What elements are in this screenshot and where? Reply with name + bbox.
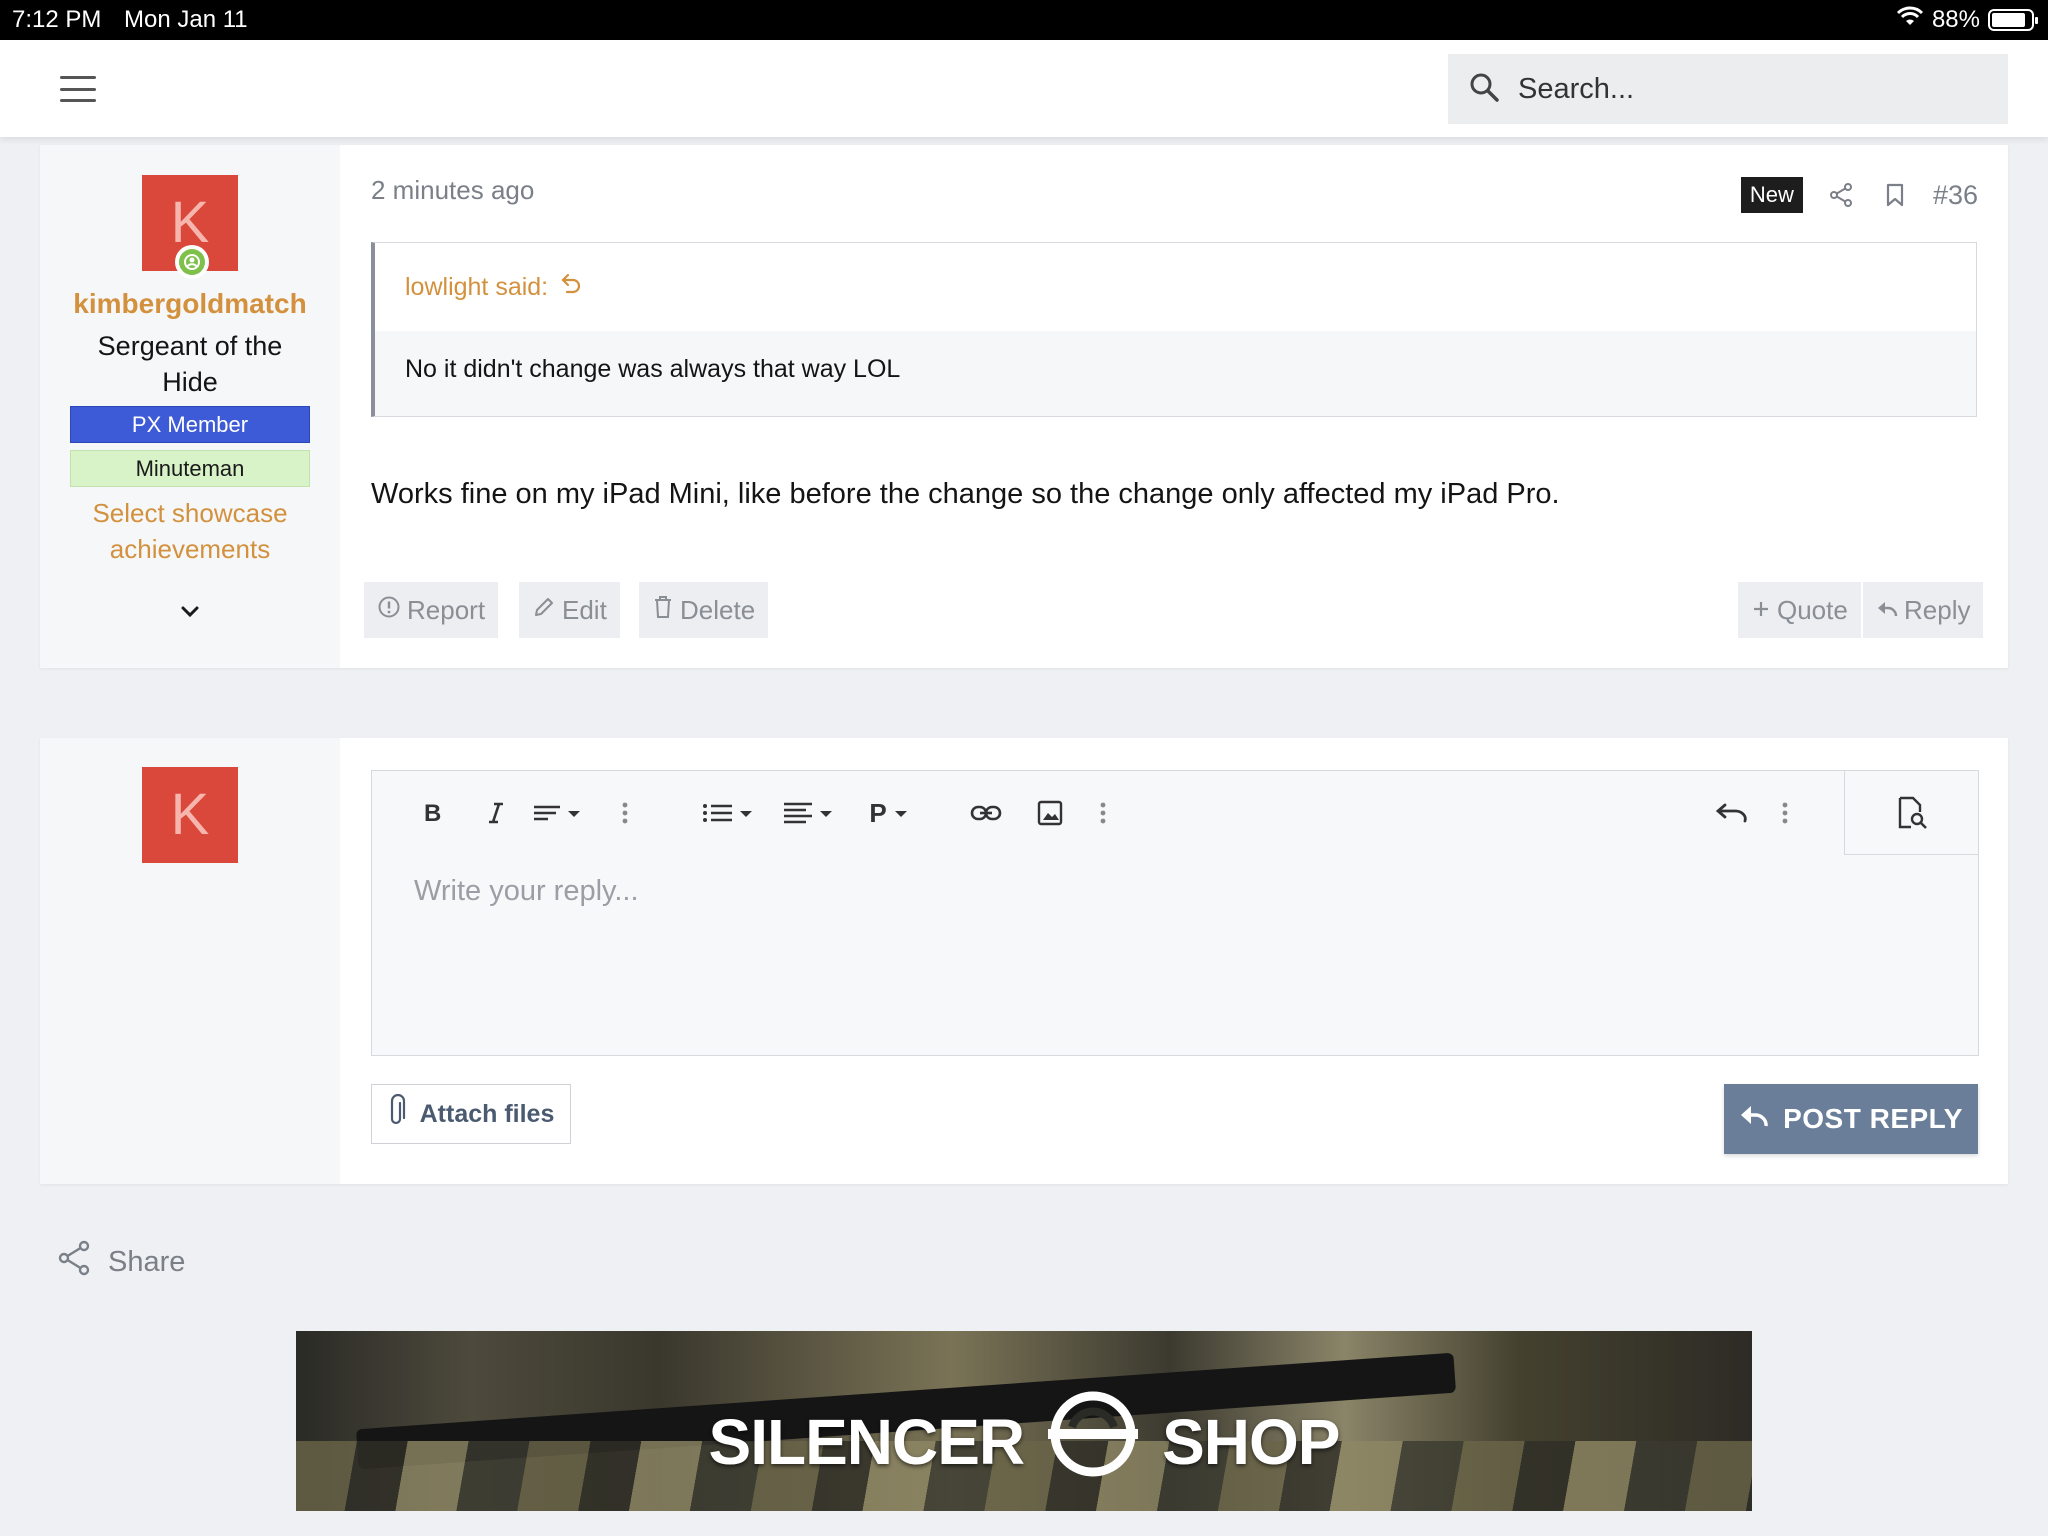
quote-author[interactable]: lowlight said: [405, 273, 548, 302]
italic-icon[interactable] [476, 791, 516, 835]
quote-button[interactable]: Quote [1738, 582, 1861, 638]
post-body: Works fine on my iPad Mini, like before … [371, 478, 1560, 510]
reply-card: K B P Write your reply... Attach files P… [40, 738, 2008, 1184]
attach-files-label: Attach files [419, 1099, 555, 1128]
showcase-link[interactable]: Select showcase achievements [70, 495, 310, 567]
share-icon [56, 1240, 92, 1284]
paragraph-label: P [869, 797, 887, 828]
px-member-banner: PX Member [70, 406, 310, 443]
search-input[interactable] [1518, 72, 1978, 106]
new-badge: New [1740, 177, 1803, 213]
search-icon [1468, 71, 1500, 108]
ad-logo: SILENCER SHOP [296, 1389, 1752, 1494]
reply-icon [1739, 1103, 1769, 1136]
link-icon[interactable] [966, 791, 1006, 835]
post-card: K kimbergoldmatch Sergeant of the Hide P… [40, 145, 2008, 668]
wifi-icon [1896, 5, 1924, 34]
post-permalink[interactable]: #36 [1933, 180, 1978, 211]
status-right: 88% [1896, 5, 2038, 34]
image-icon[interactable] [1030, 791, 1070, 835]
go-to-quote-icon[interactable] [560, 272, 582, 303]
quote-text: No it didn't change was always that way … [375, 331, 1976, 416]
post-header-actions: New #36 [1740, 177, 1978, 213]
chevron-down-icon[interactable] [174, 600, 206, 624]
ad-brand-left: SILENCER [708, 1405, 1026, 1478]
post-reply-label: POST REPLY [1783, 1103, 1963, 1134]
post-footer-actions: Report Edit Delete Quote Reply [364, 582, 1986, 638]
trash-icon [652, 595, 674, 626]
user-title: Sergeant of the Hide [97, 331, 283, 397]
online-status-icon [175, 245, 209, 279]
reply-label: Reply [1904, 594, 1971, 625]
quote-header[interactable]: lowlight said: [375, 243, 1976, 331]
reply-editor: B P [371, 770, 1979, 1056]
align-icon[interactable] [780, 791, 840, 835]
share-button[interactable]: Share [56, 1240, 185, 1284]
share-label: Share [108, 1245, 186, 1278]
battery-icon [1988, 8, 2038, 31]
paperclip-icon [388, 1093, 408, 1135]
report-icon [377, 595, 401, 626]
editor-toolbar: B P [372, 771, 1978, 855]
plus-icon [1751, 595, 1771, 626]
post-user-pane: K kimbergoldmatch Sergeant of the Hide P… [40, 145, 340, 668]
post-timestamp[interactable]: 2 minutes ago [371, 175, 534, 206]
status-date: Mon Jan 11 [124, 6, 248, 33]
report-button[interactable]: Report [364, 582, 499, 638]
status-bar: 7:12 PM Mon Jan 11 88% [0, 0, 2048, 40]
bookmark-icon[interactable] [1879, 179, 1911, 211]
more-options-icon[interactable] [1088, 791, 1118, 835]
edit-icon [532, 595, 556, 626]
more-options-icon[interactable] [610, 791, 640, 835]
silencer-shop-ad[interactable]: SILENCER SHOP [296, 1331, 1752, 1511]
post-reply-button[interactable]: POST REPLY [1724, 1084, 1978, 1154]
edit-label: Edit [562, 594, 607, 625]
undo-icon[interactable] [1712, 791, 1752, 835]
post-main: 2 minutes ago New #36 lowlight said: No … [340, 145, 2008, 668]
delete-label: Delete [680, 594, 756, 625]
share-icon[interactable] [1825, 179, 1857, 211]
list-icon[interactable] [700, 791, 760, 835]
svg-text:B: B [424, 801, 441, 825]
ad-brand-right: SHOP [1162, 1405, 1340, 1478]
text-format-icon[interactable] [530, 791, 590, 835]
paragraph-format-dropdown[interactable]: P [862, 791, 918, 835]
status-time: 7:12 PM [12, 6, 102, 33]
avatar[interactable]: K [142, 767, 238, 863]
attach-files-button[interactable]: Attach files [371, 1084, 571, 1144]
preview-icon[interactable] [1844, 771, 1978, 855]
reply-button[interactable]: Reply [1863, 582, 1984, 638]
silencer-shop-logo-icon [1038, 1389, 1148, 1494]
minuteman-banner: Minuteman [70, 450, 310, 487]
reply-textarea[interactable] [372, 855, 1978, 1055]
quote-label: Quote [1777, 594, 1848, 625]
reply-user-pane: K [40, 738, 340, 1184]
edit-button[interactable]: Edit [519, 582, 620, 638]
delete-button[interactable]: Delete [639, 582, 769, 638]
menu-icon[interactable] [60, 76, 96, 102]
battery-percent: 88% [1931, 5, 1980, 33]
reply-icon [1876, 595, 1898, 626]
username-link[interactable]: kimbergoldmatch [40, 288, 340, 320]
search-bar[interactable] [1448, 54, 2008, 124]
bold-icon[interactable]: B [412, 791, 452, 835]
more-options-icon[interactable] [1770, 791, 1800, 835]
report-label: Report [407, 594, 486, 625]
quote-block: lowlight said: No it didn't change was a… [371, 242, 1977, 417]
top-nav [0, 40, 2048, 137]
